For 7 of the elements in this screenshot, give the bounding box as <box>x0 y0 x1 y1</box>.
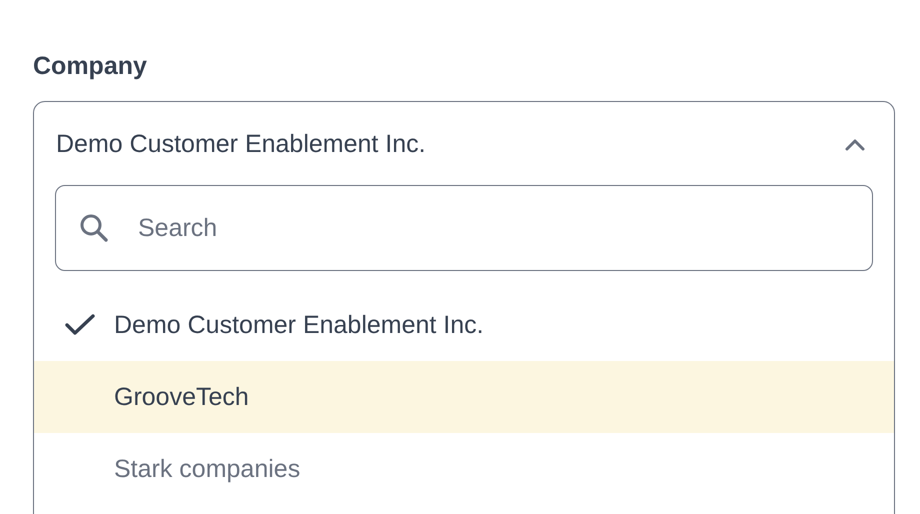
field-label: Company <box>33 52 147 81</box>
dropdown-option[interactable]: GrooveTech <box>34 361 894 433</box>
search-field[interactable]: Search <box>55 185 873 271</box>
dropdown-option[interactable]: Demo Customer Enablement Inc. <box>34 289 894 361</box>
search-icon <box>79 213 109 243</box>
selected-value: Demo Customer Enablement Inc. <box>56 130 426 159</box>
chevron-icon[interactable] <box>844 138 866 152</box>
